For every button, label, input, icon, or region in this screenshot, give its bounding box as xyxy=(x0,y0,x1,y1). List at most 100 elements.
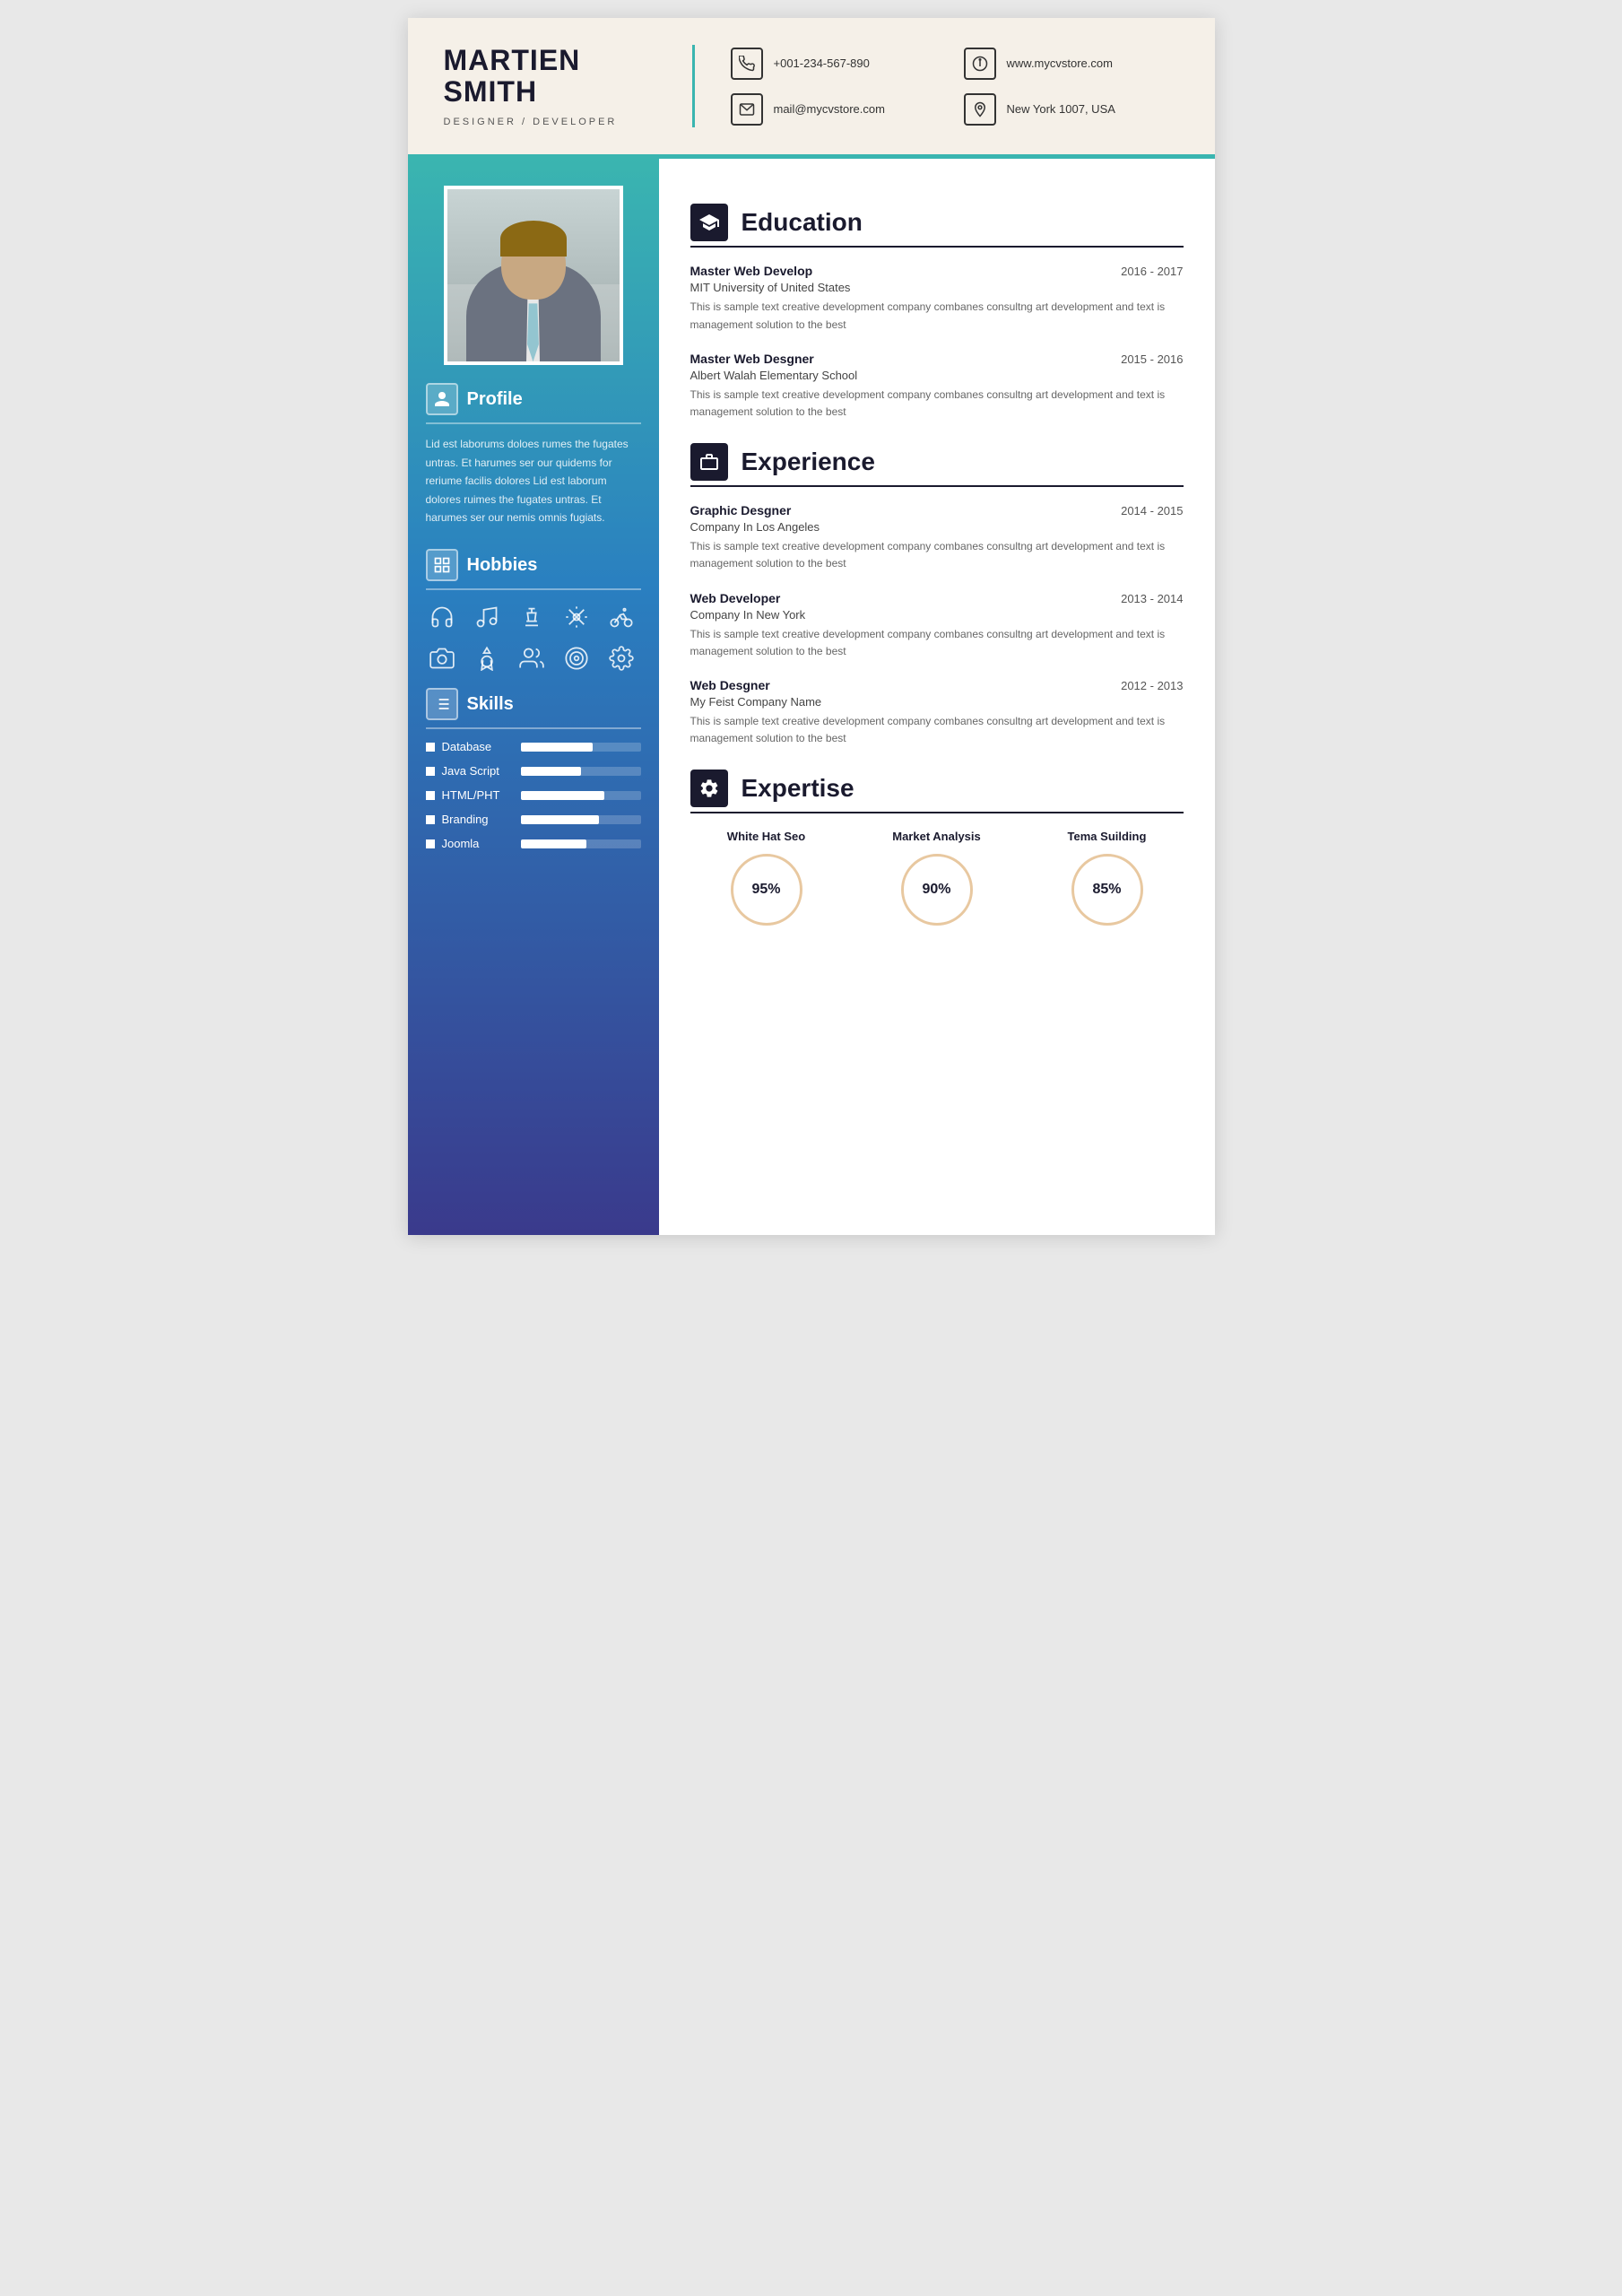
education-icon xyxy=(690,204,728,241)
skill-branding: Branding xyxy=(426,813,641,826)
entry-desc: This is sample text creative development… xyxy=(690,387,1184,421)
entry-subtitle: My Feist Company Name xyxy=(690,695,1184,709)
phone-text: +001-234-567-890 xyxy=(774,57,870,70)
education-section-header: Education xyxy=(690,204,1184,241)
skill-name: Java Script xyxy=(442,764,514,778)
hobby-headphones-icon xyxy=(426,601,458,633)
skill-javascript: Java Script xyxy=(426,764,641,778)
skill-bar-fill xyxy=(521,767,581,776)
entry-date: 2013 - 2014 xyxy=(1121,592,1183,605)
entry-title: Graphic Desgner xyxy=(690,503,792,517)
entry-date: 2012 - 2013 xyxy=(1121,679,1183,692)
expertise-item-1: White Hat Seo 95% xyxy=(690,830,843,926)
entry-desc: This is sample text creative development… xyxy=(690,538,1184,572)
website-icon xyxy=(964,48,996,80)
education-entry-1: Master Web Develop 2016 - 2017 MIT Unive… xyxy=(690,264,1184,333)
entry-header: Master Web Develop 2016 - 2017 xyxy=(690,264,1184,278)
sidebar: Profile Lid est laborums doloes rumes th… xyxy=(408,159,659,1235)
profile-divider xyxy=(426,422,641,424)
hobby-gear-icon xyxy=(605,642,638,674)
skills-section-header: Skills xyxy=(426,688,641,720)
expertise-label: Market Analysis xyxy=(861,830,1013,843)
location-icon xyxy=(964,93,996,126)
expertise-percent: 90% xyxy=(922,882,950,898)
contact-email: mail@mycvstore.com xyxy=(731,93,946,126)
skill-bullet xyxy=(426,791,435,800)
job-title: DESIGNER / DEVELOPER xyxy=(444,117,665,127)
education-divider xyxy=(690,246,1184,248)
experience-title: Experience xyxy=(742,448,875,476)
expertise-item-2: Market Analysis 90% xyxy=(861,830,1013,926)
hobbies-icon xyxy=(426,549,458,581)
experience-entry-2: Web Developer 2013 - 2014 Company In New… xyxy=(690,591,1184,660)
main-content: Education Master Web Develop 2016 - 2017… xyxy=(659,159,1215,1235)
hobby-group-icon xyxy=(516,642,548,674)
skills-section-title: Skills xyxy=(467,694,514,715)
expertise-circle: 95% xyxy=(731,854,802,926)
entry-date: 2014 - 2015 xyxy=(1121,504,1183,517)
hobby-music-icon xyxy=(471,601,503,633)
skill-bar-fill xyxy=(521,743,593,752)
hobbies-divider xyxy=(426,588,641,590)
expertise-item-3: Tema Suilding 85% xyxy=(1031,830,1184,926)
skill-name: HTML/PHT xyxy=(442,788,514,802)
skill-html: HTML/PHT xyxy=(426,788,641,802)
skill-name: Joomla xyxy=(442,837,514,850)
contact-phone: +001-234-567-890 xyxy=(731,48,946,80)
location-text: New York 1007, USA xyxy=(1007,102,1115,116)
skill-bar-bg xyxy=(521,815,641,824)
skills-list: Database Java Script HTML/PHT xyxy=(426,740,641,850)
hobbies-section-title: Hobbies xyxy=(467,555,538,576)
hobby-medal-icon xyxy=(471,642,503,674)
expertise-circle: 85% xyxy=(1071,854,1143,926)
profile-section-header: Profile xyxy=(426,383,641,415)
entry-subtitle: Albert Walah Elementary School xyxy=(690,369,1184,382)
experience-divider xyxy=(690,485,1184,487)
hobbies-grid xyxy=(426,601,641,674)
education-entry-2: Master Web Desgner 2015 - 2016 Albert Wa… xyxy=(690,352,1184,421)
skill-bar-bg xyxy=(521,767,641,776)
hobby-chess-icon xyxy=(516,601,548,633)
profile-text: Lid est laborums doloes rumes the fugate… xyxy=(426,435,641,526)
entry-header: Graphic Desgner 2014 - 2015 xyxy=(690,503,1184,517)
expertise-circle: 90% xyxy=(901,854,973,926)
website-text: www.mycvstore.com xyxy=(1007,57,1113,70)
hobby-camera-icon xyxy=(426,642,458,674)
circle-container: 95% xyxy=(690,854,843,926)
expertise-label: Tema Suilding xyxy=(1031,830,1184,843)
skill-bullet xyxy=(426,815,435,824)
entry-header: Master Web Desgner 2015 - 2016 xyxy=(690,352,1184,366)
expertise-divider xyxy=(690,812,1184,813)
contact-block: +001-234-567-890 www.mycvstore.com xyxy=(695,48,1179,126)
skill-joomla: Joomla xyxy=(426,837,641,850)
entry-title: Web Desgner xyxy=(690,678,770,692)
expertise-title: Expertise xyxy=(742,774,854,803)
circle-container: 85% xyxy=(1031,854,1184,926)
skill-bar-bg xyxy=(521,791,641,800)
skill-bar-bg xyxy=(521,743,641,752)
entry-date: 2016 - 2017 xyxy=(1121,265,1183,278)
expertise-percent: 85% xyxy=(1092,882,1121,898)
phone-icon xyxy=(731,48,763,80)
entry-subtitle: Company In New York xyxy=(690,608,1184,622)
skill-bar-fill xyxy=(521,815,599,824)
header: MARTIEN SMITH DESIGNER / DEVELOPER +001-… xyxy=(408,18,1215,159)
full-name: MARTIEN SMITH xyxy=(444,45,665,108)
experience-entry-1: Graphic Desgner 2014 - 2015 Company In L… xyxy=(690,503,1184,572)
experience-entry-3: Web Desgner 2012 - 2013 My Feist Company… xyxy=(690,678,1184,747)
profile-icon xyxy=(426,383,458,415)
skill-bar-fill xyxy=(521,839,587,848)
profile-section-title: Profile xyxy=(467,389,523,410)
entry-title: Master Web Develop xyxy=(690,264,813,278)
hobby-target-icon xyxy=(560,642,593,674)
experience-section-header: Experience xyxy=(690,443,1184,481)
entry-header: Web Desgner 2012 - 2013 xyxy=(690,678,1184,692)
expertise-percent: 95% xyxy=(751,882,780,898)
hobbies-section-header: Hobbies xyxy=(426,549,641,581)
entry-header: Web Developer 2013 - 2014 xyxy=(690,591,1184,605)
skill-bullet xyxy=(426,767,435,776)
header-name-block: MARTIEN SMITH DESIGNER / DEVELOPER xyxy=(444,45,695,127)
education-title: Education xyxy=(742,208,863,237)
entry-desc: This is sample text creative development… xyxy=(690,626,1184,660)
entry-desc: This is sample text creative development… xyxy=(690,713,1184,747)
